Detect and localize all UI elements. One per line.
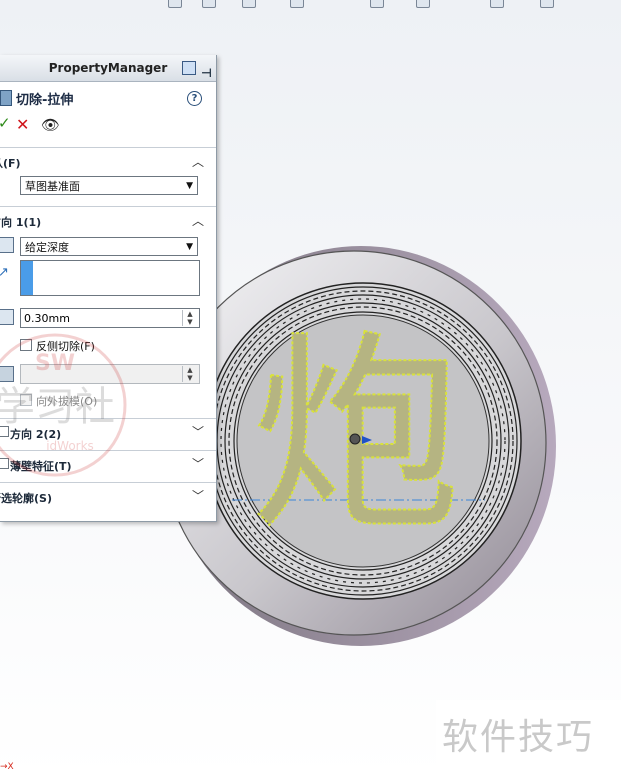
expand-selected-contours-chevron-icon[interactable]: ﹀ <box>192 487 204 504</box>
end-condition-select[interactable]: 给定深度 ▼ <box>20 237 198 256</box>
expand-direction2-chevron-icon[interactable]: ﹀ <box>192 423 204 440</box>
checkbox-box[interactable] <box>20 339 32 351</box>
from-section-label: 从(F) <box>0 157 21 170</box>
thin-feature-section-header[interactable]: 薄壁特征(T) <box>10 458 72 474</box>
depth-input[interactable]: 0.30mm ▲ ▼ <box>20 308 200 328</box>
draft-icon[interactable] <box>0 366 14 382</box>
divider <box>0 418 216 419</box>
property-manager-title: PropertyManager <box>48 61 168 75</box>
direction1-label: 方向 1(1) <box>0 216 42 229</box>
divider <box>0 206 216 207</box>
selected-contours-section-header[interactable]: 所选轮廓(S) <box>0 490 52 506</box>
dropdown-arrow-icon[interactable]: ▼ <box>186 238 193 257</box>
from-start-condition-value: 草图基准面 <box>25 180 80 193</box>
help-icon[interactable]: ? <box>187 91 202 106</box>
flip-side-to-cut-checkbox[interactable]: 反侧切除(F) <box>20 338 95 354</box>
branding-text: 软件技巧 <box>442 717 595 758</box>
thin-feature-checkbox[interactable] <box>0 458 9 469</box>
draft-outward-checkbox: 向外拔模(O) <box>20 393 97 409</box>
axis-x-label: X <box>7 762 14 772</box>
property-manager-header: PropertyManager ⊣ <box>0 55 216 82</box>
collapse-from-chevron-icon[interactable]: ︿ <box>192 153 204 170</box>
from-section-header[interactable]: 从(F) <box>0 155 21 171</box>
pin-icon[interactable]: ⊣ <box>201 60 212 86</box>
end-condition-value: 给定深度 <box>25 241 69 254</box>
direction-selection-box[interactable] <box>20 260 200 296</box>
expand-thin-feature-chevron-icon[interactable]: ﹀ <box>192 455 204 472</box>
flip-side-label: 反侧切除(F) <box>36 340 95 353</box>
cut-extrude-icon <box>0 90 12 106</box>
origin-marker <box>349 433 361 445</box>
draft-outward-label: 向外拔模(O) <box>36 395 98 408</box>
feature-name: 切除-拉伸 <box>16 93 74 108</box>
direction-vector-icon: ↗ <box>0 265 12 280</box>
cancel-x-icon[interactable]: ✕ <box>16 115 29 134</box>
from-start-condition-select[interactable]: 草图基准面 ▼ <box>20 176 198 195</box>
depth-value: 0.30mm <box>24 312 70 325</box>
site-branding: 软件技巧 <box>436 700 621 778</box>
checkbox-box <box>20 394 32 406</box>
ok-check-icon[interactable]: ✓ <box>0 114 11 132</box>
direction2-checkbox[interactable] <box>0 426 9 437</box>
dropdown-arrow-icon[interactable]: ▼ <box>186 177 193 196</box>
depth-icon <box>0 309 14 325</box>
draft-spinner: ▲ ▼ <box>182 366 197 382</box>
reverse-direction-icon[interactable] <box>0 237 14 253</box>
axis-triad: →X <box>0 762 14 772</box>
divider <box>0 482 216 483</box>
depth-spinner[interactable]: ▲ ▼ <box>182 310 197 326</box>
detailed-preview-eye-icon[interactable]: 👁 <box>41 116 60 134</box>
direction1-section-header[interactable]: 方向 1(1) <box>0 214 41 230</box>
property-manager-panel: PropertyManager ⊣ 切除-拉伸 ? ✓ ✕ 👁 从(F) ︿ 草… <box>0 55 217 522</box>
draft-angle-input: ▲ ▼ <box>20 364 200 384</box>
divider <box>0 450 216 451</box>
dock-icon[interactable] <box>182 61 196 75</box>
collapse-direction1-chevron-icon[interactable]: ︿ <box>192 212 204 229</box>
direction2-section-header[interactable]: 方向 2(2) <box>10 426 61 442</box>
axis-arrow-icon: → <box>0 762 8 772</box>
feature-title: 切除-拉伸 <box>0 89 73 108</box>
divider <box>0 147 216 148</box>
selection-highlight <box>21 261 33 295</box>
